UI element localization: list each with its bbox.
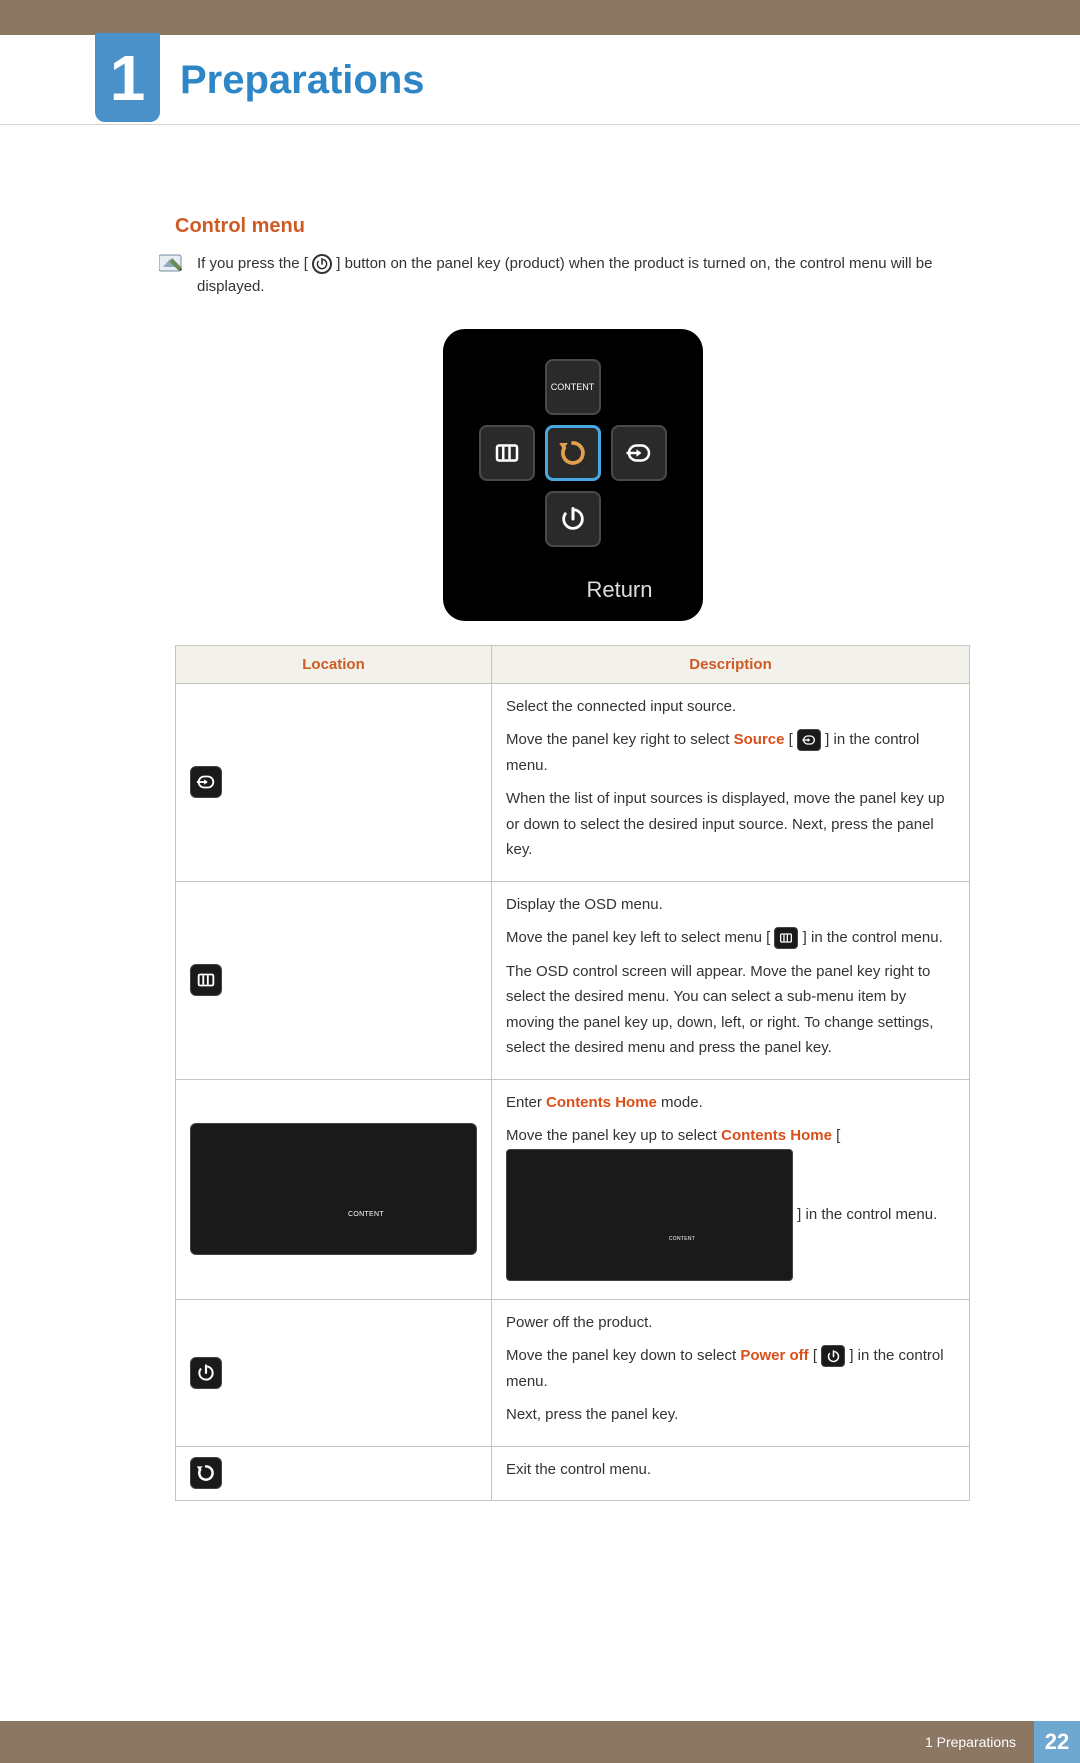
return-icon bbox=[190, 1457, 222, 1489]
col-location: Location bbox=[176, 645, 492, 683]
footer-label: 1 Preparations bbox=[925, 1734, 1034, 1750]
table-header-row: Location Description bbox=[176, 645, 970, 683]
desc-text: Enter bbox=[506, 1094, 546, 1111]
desc-text: ] in the control menu. bbox=[803, 929, 943, 946]
desc-text: The OSD control screen will appear. Move… bbox=[506, 959, 955, 1061]
desc-text: [ bbox=[836, 1127, 840, 1144]
col-description: Description bbox=[492, 645, 970, 683]
desc-text: When the list of input sources is displa… bbox=[506, 786, 955, 863]
panel-return-button[interactable] bbox=[545, 425, 601, 481]
desc-text: Select the connected input source. bbox=[506, 694, 955, 720]
note: If you press the [ ] button on the panel… bbox=[159, 252, 970, 299]
desc-text: Move the panel key down to select bbox=[506, 1347, 740, 1364]
footer: 1 Preparations 22 bbox=[0, 1721, 1080, 1763]
desc-text: ] in the control menu. bbox=[797, 1205, 937, 1222]
desc-text: [ bbox=[789, 731, 793, 748]
control-menu-panel: CONTENT Return bbox=[443, 329, 703, 621]
header: 1 Preparations bbox=[0, 35, 1080, 125]
source-icon bbox=[797, 729, 821, 751]
chapter-number-badge: 1 bbox=[95, 33, 160, 122]
page-number: 22 bbox=[1034, 1721, 1080, 1763]
source-icon bbox=[190, 766, 222, 798]
desc-text: mode. bbox=[661, 1094, 703, 1111]
table-row: CONTENT Enter Contents Home mode. Move t… bbox=[176, 1079, 970, 1299]
table-row: Display the OSD menu. Move the panel key… bbox=[176, 881, 970, 1079]
desc-text: [ bbox=[813, 1347, 817, 1364]
table-row: Exit the control menu. bbox=[176, 1446, 970, 1501]
keyword-power-off: Power off bbox=[740, 1347, 808, 1364]
desc-text: Display the OSD menu. bbox=[506, 892, 955, 918]
desc-text: Exit the control menu. bbox=[506, 1457, 955, 1483]
desc-text: Move the panel key up to select bbox=[506, 1127, 721, 1144]
top-bar bbox=[0, 0, 1080, 35]
desc-text: Power off the product. bbox=[506, 1310, 955, 1336]
note-text-part1: If you press the [ bbox=[197, 255, 308, 272]
return-label: Return bbox=[586, 577, 682, 603]
keyword-source: Source bbox=[734, 731, 785, 748]
content-icon: CONTENT bbox=[190, 1123, 477, 1255]
content-icon: CONTENT bbox=[506, 1149, 793, 1281]
power-icon bbox=[821, 1345, 845, 1367]
power-icon bbox=[190, 1357, 222, 1389]
desc-text: Move the panel key right to select bbox=[506, 731, 734, 748]
panel-source-button[interactable] bbox=[611, 425, 667, 481]
table-row: Select the connected input source. Move … bbox=[176, 683, 970, 881]
keyword-contents-home: Contents Home bbox=[546, 1094, 657, 1111]
note-text-part2: ] button on the panel key (product) when… bbox=[197, 255, 932, 295]
section-heading: Control menu bbox=[175, 215, 970, 238]
functions-table: Location Description Select the connecte… bbox=[175, 645, 970, 1502]
menu-icon bbox=[190, 964, 222, 996]
panel-power-button[interactable] bbox=[545, 491, 601, 547]
panel-menu-button[interactable] bbox=[479, 425, 535, 481]
keyword-contents-home: Contents Home bbox=[721, 1127, 832, 1144]
power-icon bbox=[312, 254, 332, 274]
menu-icon bbox=[774, 927, 798, 949]
note-icon bbox=[159, 252, 183, 278]
panel-content-button[interactable]: CONTENT bbox=[545, 359, 601, 415]
table-row: Power off the product. Move the panel ke… bbox=[176, 1299, 970, 1446]
chapter-title: Preparations bbox=[180, 35, 425, 124]
desc-text: Next, press the panel key. bbox=[506, 1402, 955, 1428]
desc-text: Move the panel key left to select menu [ bbox=[506, 929, 770, 946]
